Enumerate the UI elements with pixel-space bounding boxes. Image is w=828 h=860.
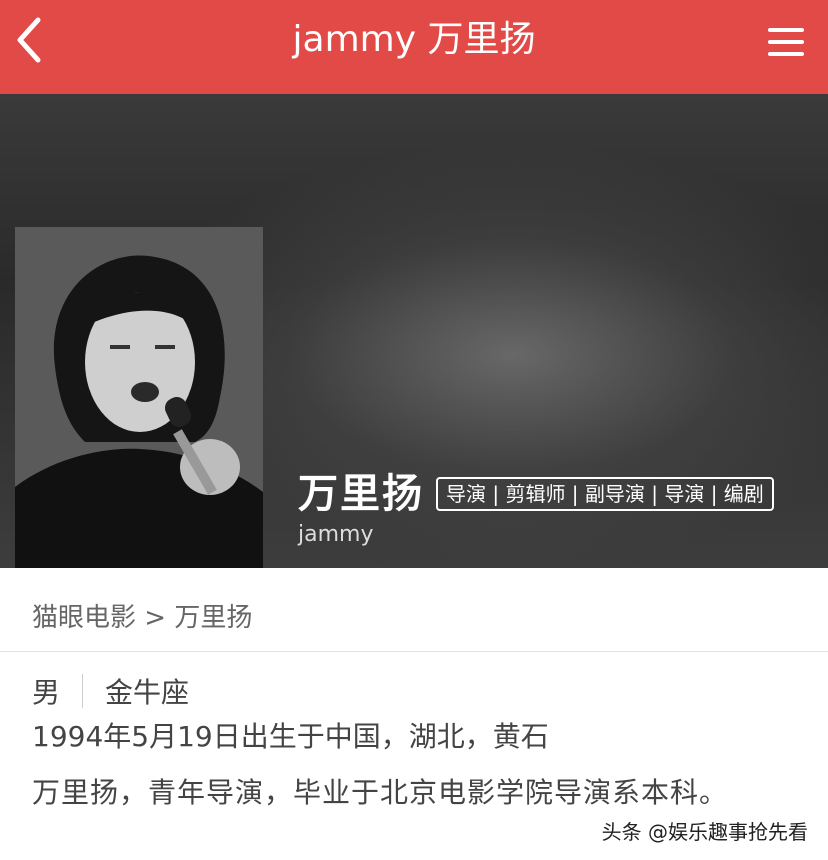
breadcrumb-current: 万里扬: [174, 603, 253, 633]
divider: [82, 674, 84, 708]
gender-text: 男: [32, 676, 61, 709]
bio-text: 万里扬，青年导演，毕业于北京电影学院导演系本科。: [32, 776, 729, 809]
name-row: 万里扬 导演 | 剪辑师 | 副导演 | 导演 | 编剧: [298, 470, 774, 518]
zodiac-text: 金牛座: [105, 676, 190, 709]
menu-button[interactable]: [766, 22, 806, 62]
profile-hero: 万里扬 导演 | 剪辑师 | 副导演 | 导演 | 编剧 jammy: [0, 94, 828, 568]
roles-badge: 导演 | 剪辑师 | 副导演 | 导演 | 编剧: [436, 477, 774, 511]
gender-zodiac-row: 男 金牛座: [32, 671, 189, 711]
page-title: jammy 万里扬: [292, 19, 536, 60]
breadcrumb: 猫眼电影 > 万里扬: [0, 568, 828, 652]
person-alias: jammy: [298, 522, 374, 547]
hamburger-menu-icon: [768, 28, 804, 56]
birth-info: 1994年5月19日出生于中国，湖北，黄石: [32, 720, 549, 753]
breadcrumb-separator: >: [136, 603, 175, 633]
portrait-illustration: [15, 227, 263, 568]
breadcrumb-root-link[interactable]: 猫眼电影: [32, 603, 136, 633]
person-name: 万里扬: [298, 471, 424, 517]
profile-photo: [15, 227, 263, 568]
watermark-text: 头条 @娱乐趣事抢先看: [601, 820, 808, 844]
top-nav-bar: jammy 万里扬: [0, 0, 828, 94]
